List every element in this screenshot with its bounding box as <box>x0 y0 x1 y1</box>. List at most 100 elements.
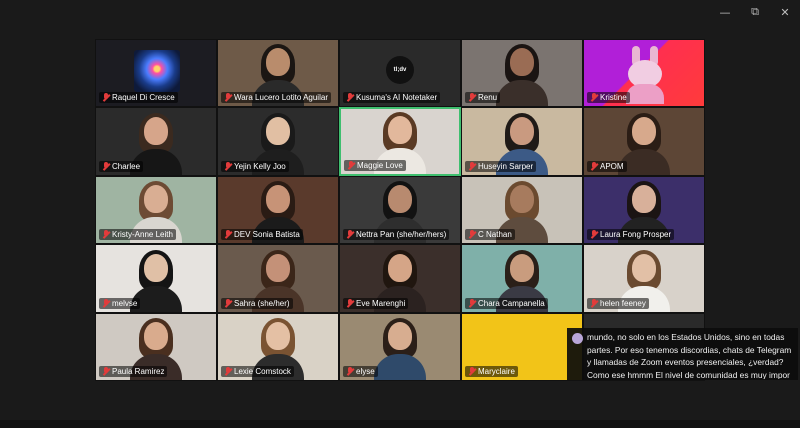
muted-mic-icon <box>590 230 598 239</box>
caption-speaker-avatar <box>572 333 583 344</box>
participant-name: Nettra Pan (she/her/hers) <box>356 230 447 240</box>
muted-mic-icon <box>102 93 110 102</box>
participant-name-label: Kristine <box>587 92 630 104</box>
participant-tile[interactable]: Lexie Comstock <box>217 312 339 381</box>
participant-name: C Nathan <box>478 230 512 240</box>
participant-name: DEV Sonia Batista <box>234 230 300 240</box>
participant-name-label: melvse <box>99 297 141 309</box>
participant-tile[interactable]: Wara Lucero Lotito Aguilar <box>217 39 339 108</box>
participant-name-label: Eve Marenghi <box>343 297 409 309</box>
participant-name: Maggie Love <box>357 160 403 170</box>
logo-text: tl;dv <box>393 67 407 73</box>
participant-tile[interactable]: Chara Campanella <box>461 244 583 313</box>
participant-tile[interactable]: Maggie Love <box>339 107 461 176</box>
participant-name: Sahra (she/her) <box>234 298 290 308</box>
minimize-icon[interactable]: — <box>710 0 740 24</box>
participant-video <box>494 44 550 107</box>
muted-mic-icon <box>102 230 110 239</box>
profile-picture <box>134 50 180 92</box>
muted-mic-icon <box>468 366 476 376</box>
muted-mic-icon <box>346 298 354 308</box>
participant-name-label: Kusuma's AI Notetaker <box>343 92 441 104</box>
participant-tile[interactable]: Eve Marenghi <box>339 244 461 313</box>
participant-name: Kristy-Anne Leith <box>112 230 173 240</box>
participant-name-label: Kristy-Anne Leith <box>99 229 176 241</box>
participant-tile[interactable]: DEV Sonia Batista <box>217 175 339 245</box>
participant-name-label: Raquel Di Cresce <box>99 92 178 104</box>
participant-name: Renu <box>478 93 498 103</box>
participant-name-label: Renu <box>465 92 501 104</box>
restore-icon[interactable]: ⧉ <box>740 0 770 24</box>
participant-tile[interactable]: tl;dv Kusuma's AI Notetaker <box>339 39 461 108</box>
muted-mic-icon <box>102 161 110 171</box>
participant-name: Huseyin Sarper <box>478 161 534 171</box>
participant-name-label: Sahra (she/her) <box>221 297 293 309</box>
participant-tile[interactable]: Maryclaire <box>461 312 583 381</box>
muted-mic-icon <box>346 366 354 376</box>
participant-name-label: Yejin Kelly Joo <box>221 160 289 172</box>
muted-mic-icon <box>224 298 232 308</box>
muted-mic-icon <box>102 298 110 308</box>
participant-name: helen feeney <box>600 298 646 308</box>
caption-text: mundo, no solo en los Estados Unidos, si… <box>587 332 792 379</box>
participant-tile[interactable]: helen feeney <box>583 244 705 313</box>
muted-mic-icon <box>224 366 232 376</box>
participant-name: Charlee <box>112 161 141 171</box>
muted-mic-icon <box>224 230 232 239</box>
participant-name-label: Charlee <box>99 160 144 172</box>
muted-mic-icon <box>346 93 354 102</box>
participant-tile[interactable]: Laura Fong Prosper <box>583 175 705 245</box>
participant-tile[interactable]: melvse <box>95 244 217 313</box>
participant-tile[interactable]: Nettra Pan (she/her/hers) <box>339 175 461 245</box>
participant-name: Lexie Comstock <box>234 366 291 376</box>
muted-mic-icon <box>590 161 598 171</box>
participant-name-label: Paula Ramirez <box>99 365 168 377</box>
participant-name-label: Wara Lucero Lotito Aguilar <box>221 92 331 104</box>
participant-name-label: helen feeney <box>587 297 649 309</box>
bottom-toolbar <box>0 420 800 428</box>
participant-name: Kristine <box>600 93 627 103</box>
participant-name: Wara Lucero Lotito Aguilar <box>234 93 328 103</box>
participant-name: Maryclaire <box>478 366 515 376</box>
participant-tile[interactable]: Raquel Di Cresce <box>95 39 217 108</box>
participant-name-label: C Nathan <box>465 229 515 241</box>
participant-tile[interactable]: Huseyin Sarper <box>461 107 583 176</box>
muted-mic-icon <box>102 366 110 376</box>
participant-name-label: Maryclaire <box>465 365 518 377</box>
muted-mic-icon <box>224 161 232 171</box>
muted-mic-icon <box>590 93 598 102</box>
participant-tile[interactable]: C Nathan <box>461 175 583 245</box>
participant-name: Yejin Kelly Joo <box>234 161 286 171</box>
participant-tile[interactable]: Kristy-Anne Leith <box>95 175 217 245</box>
participant-name-label: Nettra Pan (she/her/hers) <box>343 229 450 241</box>
participant-tile[interactable]: Charlee <box>95 107 217 176</box>
muted-mic-icon <box>468 298 476 308</box>
participant-name: APOM <box>600 161 624 171</box>
participant-name: melvse <box>112 298 138 308</box>
participant-name: Raquel Di Cresce <box>112 93 175 103</box>
participant-name-label: APOM <box>587 160 627 172</box>
muted-mic-icon <box>346 230 354 239</box>
participant-tile[interactable]: Kristine <box>583 39 705 108</box>
participant-video <box>372 317 428 380</box>
participant-name-label: Lexie Comstock <box>221 365 294 377</box>
participant-tile[interactable]: APOM <box>583 107 705 176</box>
participant-tile[interactable]: Sahra (she/her) <box>217 244 339 313</box>
participant-name: elyse <box>356 366 375 376</box>
participant-tile[interactable]: Renu <box>461 39 583 108</box>
participant-name-label: Laura Fong Prosper <box>587 229 675 241</box>
participant-tile[interactable]: elyse <box>339 312 461 381</box>
muted-mic-icon <box>468 161 476 171</box>
participant-tile[interactable]: Yejin Kelly Joo <box>217 107 339 176</box>
muted-mic-icon <box>347 160 355 170</box>
participant-name: Kusuma's AI Notetaker <box>356 93 438 103</box>
live-caption: mundo, no solo en los Estados Unidos, si… <box>567 328 798 380</box>
participant-name-label: Chara Campanella <box>465 297 548 309</box>
participant-tile[interactable]: Paula Ramirez <box>95 312 217 381</box>
close-icon[interactable]: ✕ <box>770 0 800 24</box>
participant-name-label: Maggie Love <box>344 159 406 171</box>
participant-name-label: Huseyin Sarper <box>465 160 537 172</box>
muted-mic-icon <box>224 93 232 102</box>
muted-mic-icon <box>590 298 598 308</box>
participant-name: Eve Marenghi <box>356 298 406 308</box>
